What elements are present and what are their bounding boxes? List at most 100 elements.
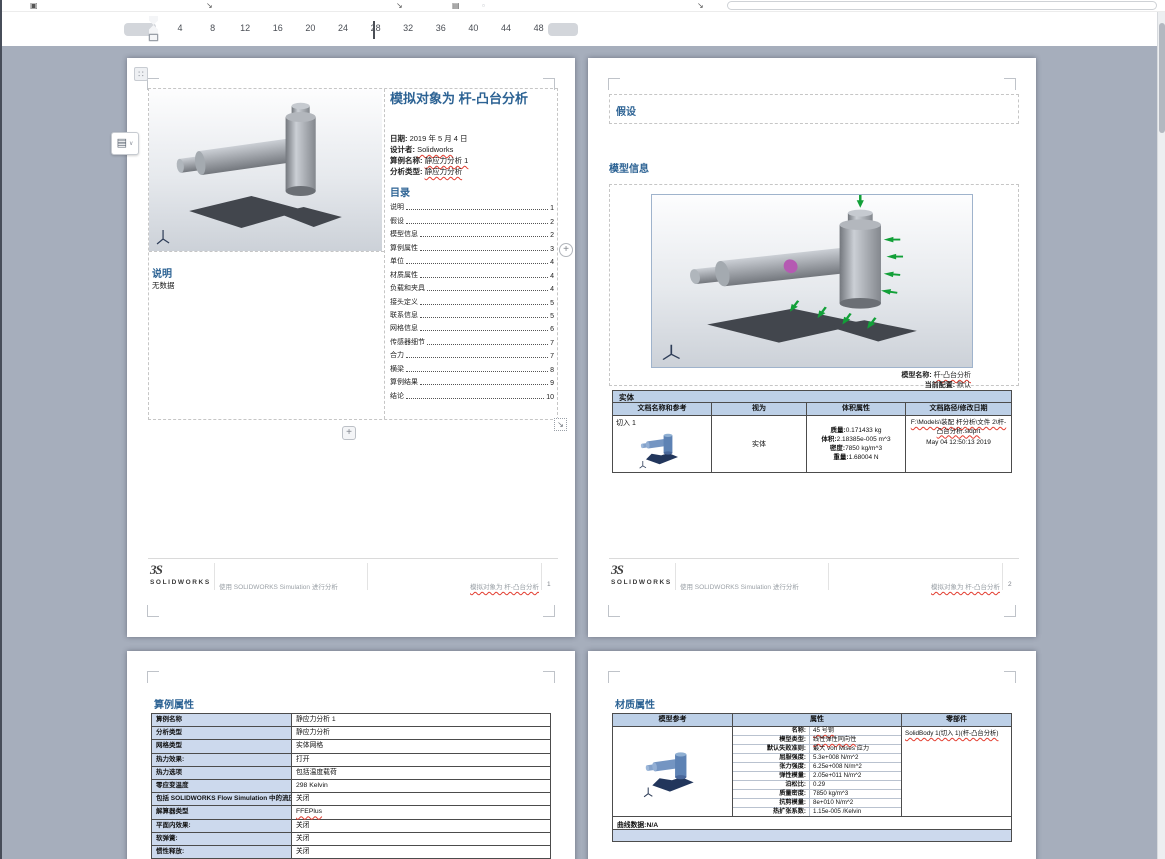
table-header-cell: 文档名称和参考: [613, 403, 712, 415]
toc-entry[interactable]: 合力 7: [390, 347, 554, 360]
study-property-value: 打开: [296, 755, 310, 763]
solid-bodies-row: 切入 1 实体 质量:0.171433 kg 体积:2.18385e-005 m…: [613, 416, 1011, 472]
material-property-row: 屈服强度: 5.3e+008 N/m^2: [733, 754, 901, 763]
scrollbar-thumb[interactable]: [1159, 23, 1165, 133]
toc-entry[interactable]: 假设 2: [390, 212, 554, 226]
document-path: F:\Models\装配 杆分析\文件 2\杆-凸台分析.sldprt: [910, 419, 1007, 435]
study-property-value: 关闭: [296, 795, 310, 803]
toc-entry[interactable]: 传感器细节 7: [390, 333, 554, 347]
toc-entry[interactable]: 负载和夹具 4: [390, 280, 554, 293]
study-property-value: 关闭: [296, 821, 310, 829]
study-property-row: 解算器类型 FFEPlus: [152, 806, 550, 820]
table-move-handle[interactable]: ∷: [134, 67, 148, 81]
top-chrome: ▣ ↘ ↘ ▤ ▫ ↘: [0, 0, 1165, 12]
toc-entry-label: 说明: [390, 204, 404, 212]
model-image[interactable]: [149, 89, 382, 251]
model-image-fixtures[interactable]: [651, 194, 973, 368]
toc-leader: [420, 316, 549, 318]
curve-data-row: 曲线数据:N/A: [613, 817, 1011, 830]
toc-entry[interactable]: 材质属性 4: [390, 266, 554, 280]
toc-leader: [420, 303, 549, 305]
material-property-row: 弹性模量: 2.05e+011 N/m^2: [733, 772, 901, 781]
volumetric-line: 质量:0.171433 kg: [830, 427, 882, 434]
toc-list: 说明 1 假设 2 模型信息 2 算例属性 3 单位 4 材质属性 4 负载和夹…: [390, 199, 554, 401]
toc-entry-page: 4: [550, 259, 554, 267]
toc-entry-label: 算例属性: [390, 244, 418, 252]
toc-entry[interactable]: 接头定义 5: [390, 293, 554, 307]
material-properties-table: 模型参考 属性 零部件 名称: 45 号钢 模型类型: 线性弹性同向性 默认失败…: [612, 713, 1012, 842]
material-property-row: 热扩张系数: 1.15e-005 /Kelvin: [733, 808, 901, 816]
page-1: 说明 无数据 模拟对象为 杆-凸台分析 日期: 2019 年 5 月 4 日 设…: [127, 58, 575, 637]
toc-entry[interactable]: 网格信息 6: [390, 320, 554, 333]
material-property-value: 最大 von Mises 应力: [809, 745, 901, 753]
toc-entry-label: 网格信息: [390, 325, 418, 333]
toc-entry[interactable]: 算例属性 3: [390, 239, 554, 253]
meta-analysis: 分析类型: 静应力分析: [390, 167, 463, 176]
material-property-label: 模型类型:: [779, 736, 806, 743]
toc-leader: [427, 343, 549, 345]
chrome-icon[interactable]: ↘: [396, 0, 403, 11]
vertical-scrollbar[interactable]: [1157, 12, 1165, 859]
toc-entry-page: 5: [550, 299, 554, 307]
material-property-value: 线性弹性同向性: [809, 736, 901, 744]
paragraph-layout-icon: ▤: [116, 137, 127, 149]
model-info-section: 模型名称: 杆-凸台分析 当前配置: 默认: [609, 184, 1019, 389]
material-property-label: 弹性模量:: [779, 772, 806, 779]
study-property-value: 包括温度载荷: [296, 768, 337, 776]
toc-entry[interactable]: 横梁 8: [390, 360, 554, 374]
ruler-number: 16: [272, 23, 283, 33]
material-property-value: 45 号钢: [809, 727, 901, 735]
material-property-label: 泊松比:: [785, 781, 806, 788]
chrome-icon[interactable]: ↘: [206, 0, 213, 11]
assumptions-heading: 假设: [616, 107, 636, 118]
volumetric-line: 重量:1.68004 N: [833, 454, 879, 461]
study-property-row: 热力选项 包括温度载荷: [152, 766, 550, 780]
table-resize-handle[interactable]: ↘: [554, 418, 567, 431]
chrome-icon[interactable]: ▣: [30, 0, 38, 11]
study-property-row: 算例名称 静应力分析 1: [152, 714, 550, 728]
search-bar[interactable]: [727, 1, 1157, 10]
material-property-row: 张力强度: 6.25e+008 N/m^2: [733, 763, 901, 772]
toc-entry-label: 算例结果: [390, 379, 418, 387]
left-indent-marker[interactable]: [149, 34, 158, 41]
study-property-row: 零应变温度 298 Kelvin: [152, 779, 550, 794]
toc-entry[interactable]: 结论 10: [390, 387, 554, 401]
toc-entry-page: 9: [550, 380, 554, 388]
toc-entry-label: 接头定义: [390, 298, 418, 306]
material-property-value: 0.29: [809, 781, 901, 789]
material-properties-cell: 名称: 45 号钢 模型类型: 线性弹性同向性 默认失败准则: 最大 von M…: [733, 727, 902, 816]
study-property-label: 网格类型: [152, 740, 292, 753]
cover-table: 说明 无数据 模拟对象为 杆-凸台分析 日期: 2019 年 5 月 4 日 设…: [148, 88, 558, 420]
next-section-band: [613, 830, 1011, 841]
toc-leader: [427, 290, 549, 292]
material-property-label: 张力强度:: [779, 763, 806, 770]
material-property-value: 7850 kg/m^3: [809, 790, 901, 798]
insert-row-button[interactable]: +: [342, 426, 356, 440]
volumetric-properties-cell: 质量:0.171433 kg 体积:2.18385e-005 m^3 密度:7850…: [807, 416, 906, 472]
ruler-number: 28: [370, 23, 381, 33]
material-property-value: 5.3e+008 N/m^2: [809, 754, 901, 762]
insert-column-button[interactable]: +: [559, 243, 573, 257]
chrome-icon[interactable]: ↘: [697, 0, 704, 11]
study-property-label: 平面内效果:: [152, 819, 292, 832]
ruler-number: 44: [500, 23, 511, 33]
chrome-icon[interactable]: ▫: [482, 0, 485, 11]
toc-entry[interactable]: 算例结果 9: [390, 374, 554, 387]
toc-entry[interactable]: 模型信息 2: [390, 226, 554, 239]
toc-entry[interactable]: 说明 1: [390, 199, 554, 212]
ruler-number: 48: [533, 23, 544, 33]
toc-entry-page: 4: [550, 272, 554, 280]
paragraph-layout-button[interactable]: ▤ ∨: [111, 132, 139, 155]
study-property-label: 惯性释放:: [152, 845, 292, 859]
solidworks-logo-text: SOLIDWORKS: [150, 579, 211, 586]
ruler-number: 40: [468, 23, 479, 33]
study-properties-table: 算例名称 静应力分析 1 分析类型 静应力分析 网格类型 实体网格 热力效果: …: [151, 713, 551, 859]
toc-entry[interactable]: 单位 4: [390, 253, 554, 266]
page-4: 材质属性 模型参考 属性 零部件 名称: 45 号钢 模型类型: 线性弹性同向性…: [588, 651, 1036, 859]
chrome-icon[interactable]: ▤: [452, 0, 460, 11]
page-footer: ЗS SOLIDWORKS 使用 SOLIDWORKS Simulation 进…: [609, 558, 1019, 594]
study-property-value: FFEPlus: [296, 808, 323, 816]
toc-entry[interactable]: 联系信息 5: [390, 307, 554, 320]
toc-entry-page: 2: [550, 232, 554, 240]
document-path-cell: F:\Models\装配 杆分析\文件 2\杆-凸台分析.sldprt May …: [906, 416, 1011, 472]
